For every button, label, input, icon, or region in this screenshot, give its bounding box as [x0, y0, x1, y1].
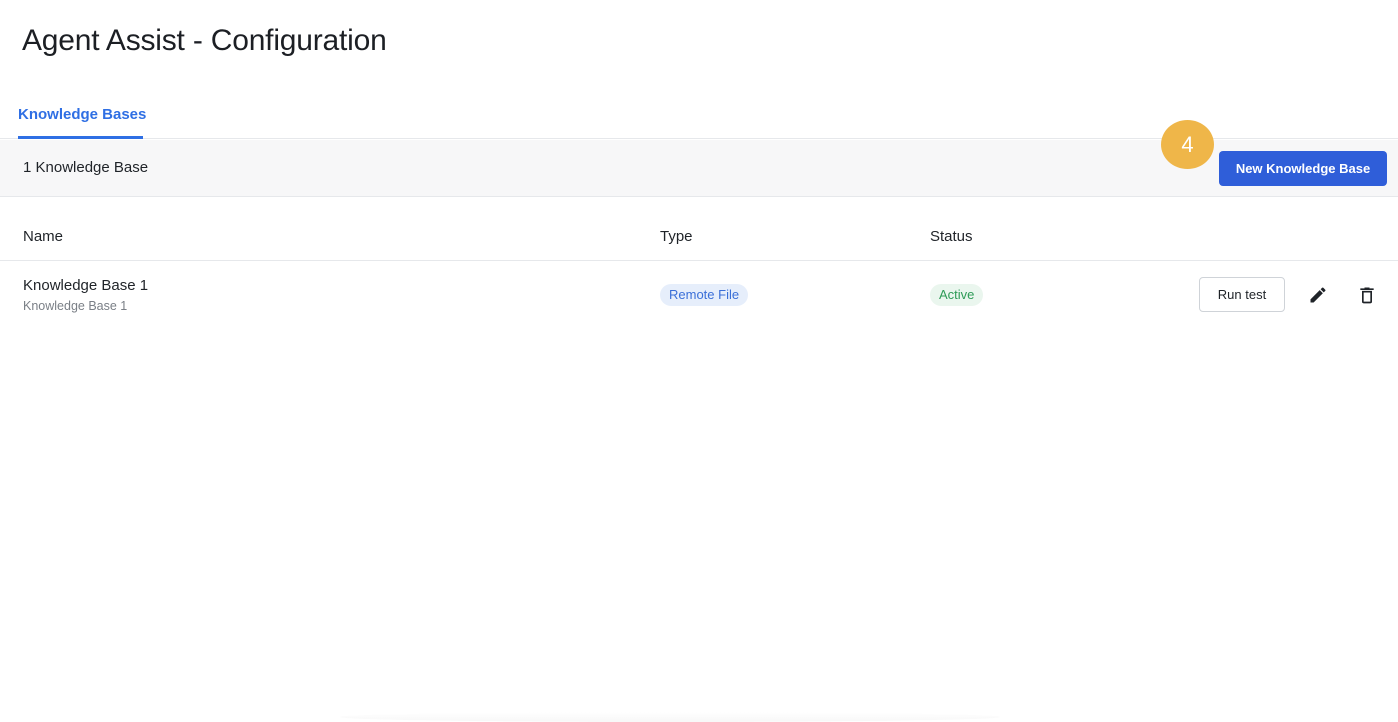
run-test-button[interactable]: Run test [1199, 277, 1285, 312]
column-header-status: Status [930, 228, 973, 245]
knowledge-base-description: Knowledge Base 1 [23, 299, 128, 313]
edit-button[interactable] [1307, 284, 1329, 306]
knowledge-base-count: 1 Knowledge Base [23, 159, 149, 176]
trash-icon [1360, 287, 1374, 304]
step-number-badge: 4 [1161, 120, 1214, 169]
page-title: Agent Assist - Configuration [22, 24, 387, 57]
pencil-icon [1310, 287, 1326, 303]
column-header-name: Name [23, 228, 64, 245]
status-badge: Active [930, 284, 984, 306]
delete-button[interactable] [1356, 284, 1378, 306]
column-header-type: Type [660, 228, 693, 245]
bottom-shadow [340, 712, 1000, 722]
tab-active-indicator [18, 136, 143, 139]
knowledge-base-name: Knowledge Base 1 [23, 277, 149, 294]
table-header: Name Type Status [0, 212, 1398, 261]
page: Agent Assist - Configuration Knowledge B… [0, 0, 1398, 722]
tab-knowledge-bases[interactable]: Knowledge Bases [18, 106, 146, 139]
type-badge: Remote File [660, 284, 749, 306]
table-row: Knowledge Base 1 Knowledge Base 1 Remote… [0, 262, 1398, 328]
new-knowledge-base-button[interactable]: New Knowledge Base [1219, 151, 1387, 186]
